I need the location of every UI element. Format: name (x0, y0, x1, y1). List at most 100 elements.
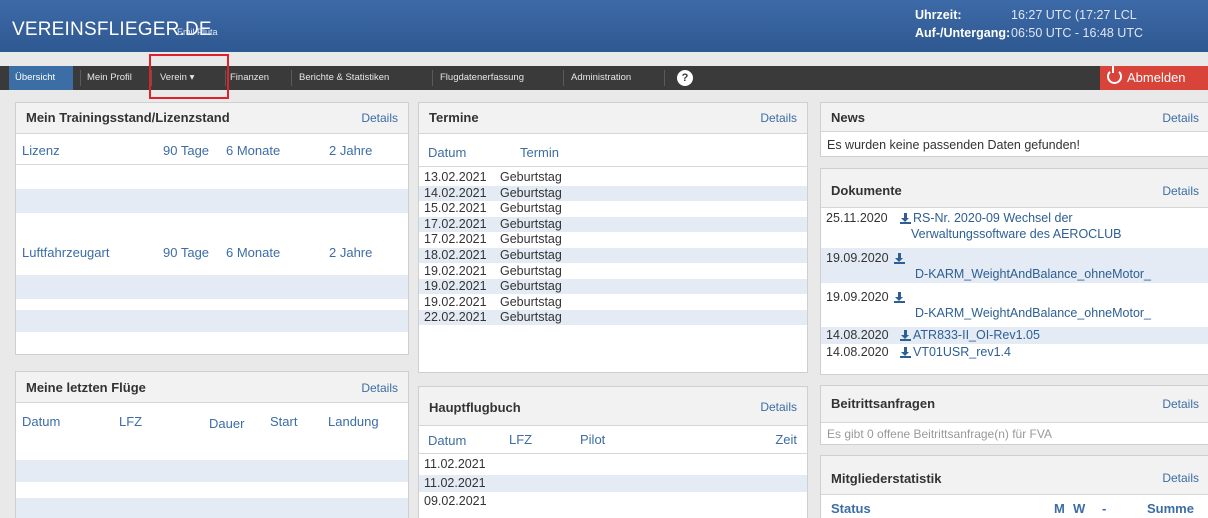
panel-beitrittsanfragen: Beitrittsanfragen Details Es gibt 0 offe… (820, 385, 1208, 445)
panel-header: Mitgliederstatistik Details (821, 456, 1208, 495)
col-header-lfz: LFZ (509, 432, 533, 447)
panel-header: Beitrittsanfragen Details (821, 386, 1208, 423)
document-link[interactable]: ATR833-II_OI-Rev1.05 (913, 328, 1040, 342)
table-row (16, 275, 408, 299)
table-row[interactable]: 18.02.2021 Geburtstag (419, 248, 807, 263)
nav-divider (563, 70, 564, 86)
nav-divider (432, 70, 433, 86)
panel-title: Meine letzten Flüge (26, 380, 146, 395)
document-link[interactable]: D-KARM_WeightAndBalance_ohneMotor_ (915, 306, 1151, 320)
col-header-w: W (1073, 501, 1086, 516)
details-link[interactable]: Details (361, 381, 398, 395)
nav-item-uebersicht[interactable]: Übersicht (9, 66, 73, 90)
panel-title: Mein Trainingsstand/Lizenzstand (26, 110, 230, 125)
termin-event: Geburtstag (500, 248, 562, 262)
col-header-zeit: Zeit (775, 432, 797, 447)
table-row[interactable]: 22.02.2021 Geburtstag (419, 310, 807, 325)
nav-divider (291, 70, 292, 86)
download-icon[interactable] (900, 347, 911, 358)
document-link-continued[interactable]: Verwaltungssoftware des AEROCLUB (911, 227, 1122, 241)
download-icon[interactable] (894, 253, 905, 264)
panel-title: Hauptflugbuch (429, 400, 521, 415)
download-icon[interactable] (900, 330, 911, 341)
table-row (16, 310, 408, 332)
help-icon[interactable]: ? (677, 70, 693, 86)
table-row[interactable]: 15.02.2021 Geburtstag (419, 201, 807, 216)
document-date: 14.08.2020 (826, 328, 889, 342)
col-header-datum: Datum (428, 433, 467, 448)
panel-news: News Details Es wurden keine passenden D… (820, 102, 1208, 157)
col-header-dash: - (1102, 501, 1107, 516)
divider (419, 453, 807, 454)
table-row[interactable]: 17.02.2021 Geburtstag (419, 217, 807, 232)
panel-header: Dokumente Details (821, 169, 1208, 208)
nav-item-finanzen[interactable]: Finanzen (230, 66, 269, 90)
table-row[interactable]: 09.02.2021 (419, 494, 807, 509)
app-header: VEREINSFLIEGER.DE Emil Pluta Uhrzeit: 16:… (0, 0, 1208, 52)
table-row[interactable]: 14.02.2021 Geburtstag (419, 186, 807, 201)
document-link[interactable]: D-KARM_WeightAndBalance_ohneMotor_ (915, 267, 1151, 281)
termin-event: Geburtstag (500, 170, 562, 184)
panel-header: Meine letzten Flüge Details (16, 372, 408, 403)
termin-date: 15.02.2021 (424, 201, 487, 216)
panel-training: Mein Trainingsstand/Lizenzstand Details … (15, 102, 409, 355)
termin-date: 18.02.2021 (424, 248, 487, 262)
col-header-2-jahre: 2 Jahre (329, 245, 373, 260)
col-header-lfz: LFZ (119, 414, 143, 429)
download-icon[interactable] (900, 213, 911, 224)
termin-event: Geburtstag (500, 232, 562, 247)
nav-item-administration[interactable]: Administration (571, 66, 631, 90)
logged-in-user: Emil Pluta (177, 27, 218, 37)
table-row[interactable]: 13.02.2021 Geburtstag (419, 170, 807, 185)
panel-header: Mein Trainingsstand/Lizenzstand Details (16, 103, 408, 134)
flight-date: 11.02.2021 (424, 457, 486, 471)
divider (16, 164, 408, 165)
table-row[interactable]: 11.02.2021 (419, 457, 807, 472)
panel-title: Beitrittsanfragen (831, 396, 936, 411)
nav-item-flugdatenerfassung[interactable]: Flugdatenerfassung (440, 66, 524, 90)
col-header-termin: Termin (520, 145, 560, 160)
details-link[interactable]: Details (1162, 471, 1199, 485)
document-date: 19.09.2020 (826, 290, 889, 304)
details-link[interactable]: Details (361, 111, 398, 125)
download-icon[interactable] (894, 292, 905, 303)
nav-item-mein-profil[interactable]: Mein Profil (87, 66, 132, 90)
panel-dokumente: Dokumente Details 25.11.2020 RS-Nr. 2020-… (820, 168, 1208, 375)
table-row[interactable]: 17.02.2021 Geburtstag (419, 232, 807, 247)
table-row[interactable]: 19.02.2021 Geburtstag (419, 295, 807, 310)
panel-recent-flights: Meine letzten Flüge Details Datum LFZ Da… (15, 371, 409, 518)
details-link[interactable]: Details (1162, 397, 1199, 411)
details-link[interactable]: Details (760, 111, 797, 125)
panel-mitgliederstatistik: Mitgliederstatistik Details Status M W -… (820, 455, 1208, 518)
panel-hauptflugbuch: Hauptflugbuch Details Datum LFZ Pilot Ze… (418, 386, 808, 518)
col-header-landung: Landung (328, 414, 379, 429)
termin-date: 19.02.2021 (424, 294, 487, 309)
logout-button[interactable]: Abmelden (1100, 66, 1208, 90)
flight-date: 11.02.2021 (424, 475, 486, 490)
termin-event: Geburtstag (500, 185, 562, 200)
termin-date: 14.02.2021 (424, 185, 487, 200)
table-row[interactable]: 19.02.2021 Geburtstag (419, 279, 807, 294)
col-header-90-tage: 90 Tage (163, 245, 210, 260)
termin-event: Geburtstag (500, 279, 562, 294)
table-row[interactable]: 11.02.2021 (419, 476, 807, 491)
details-link[interactable]: Details (1162, 184, 1199, 198)
table-row[interactable]: 19.02.2021 Geburtstag (419, 264, 807, 279)
panel-header: News Details (821, 103, 1208, 132)
document-link[interactable]: VT01USR_rev1.4 (913, 345, 1011, 359)
details-link[interactable]: Details (760, 400, 797, 414)
termin-event: Geburtstag (500, 294, 562, 309)
termin-event: Geburtstag (500, 201, 562, 216)
col-header-2-jahre: 2 Jahre (329, 143, 373, 158)
termin-event: Geburtstag (500, 216, 562, 231)
document-link[interactable]: RS-Nr. 2020-09 Wechsel der (913, 211, 1073, 225)
document-date: 14.08.2020 (826, 345, 889, 359)
table-row (16, 460, 408, 482)
details-link[interactable]: Details (1162, 111, 1199, 125)
nav-item-berichte[interactable]: Berichte & Statistiken (299, 66, 389, 90)
panel-title: News (831, 110, 865, 125)
termin-date: 19.02.2021 (424, 279, 487, 294)
col-header-pilot: Pilot (580, 432, 606, 447)
termin-date: 22.02.2021 (424, 310, 487, 325)
col-header-summe: Summe (1147, 501, 1194, 516)
